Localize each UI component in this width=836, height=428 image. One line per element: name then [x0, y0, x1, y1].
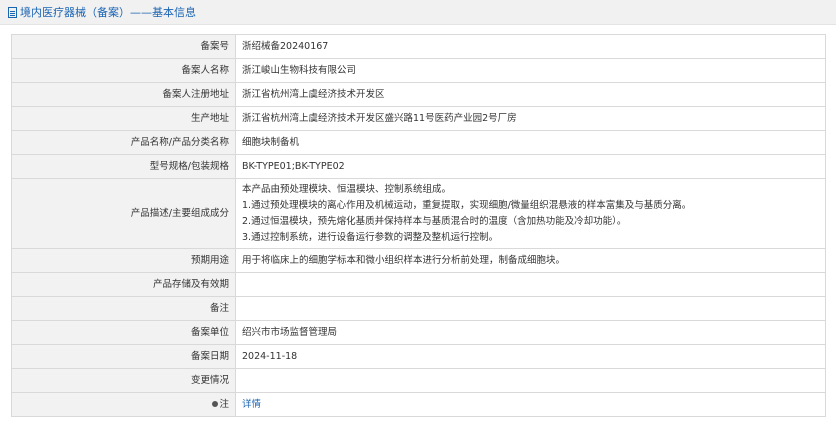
field-value: 浙江省杭州湾上虞经济技术开发区 — [235, 82, 826, 107]
table-row: 备案号 浙绍械备20240167 — [11, 34, 826, 59]
field-value: 详情 — [235, 392, 826, 417]
table-row: 备注 — [11, 296, 826, 321]
description-line: 本产品由预处理模块、恒温模块、控制系统组成。 — [242, 183, 452, 195]
field-label: 注 — [11, 392, 236, 417]
field-label: 生产地址 — [11, 106, 236, 131]
field-value: 用于将临床上的细胞学标本和微小组织样本进行分析前处理，制备成细胞块。 — [235, 248, 826, 273]
table-row: 预期用途 用于将临床上的细胞学标本和微小组织样本进行分析前处理，制备成细胞块。 — [11, 248, 826, 273]
note-label: 注 — [219, 398, 229, 410]
field-value: 绍兴市市场监督管理局 — [235, 320, 826, 345]
field-value: 浙绍械备20240167 — [235, 34, 826, 59]
table-row: 备案单位 绍兴市市场监督管理局 — [11, 320, 826, 345]
pin-icon — [212, 401, 219, 407]
field-value — [235, 296, 826, 321]
table-row: 注 详情 — [11, 392, 826, 417]
description-line: 1.通过预处理模块的离心作用及机械运动，重复提取，实现细胞/微量组织混悬液的样本… — [242, 199, 692, 211]
field-label: 产品描述/主要组成成分 — [11, 178, 236, 249]
detail-table: 备案号 浙绍械备20240167 备案人名称 浙江峻山生物科技有限公司 备案人注… — [11, 34, 826, 417]
field-label: 备案人名称 — [11, 58, 236, 83]
field-label: 备案人注册地址 — [11, 82, 236, 107]
description-line: 2.通过恒温模块，预先熔化基质并保持样本与基质混合时的温度（含加热功能及冷却功能… — [242, 215, 627, 227]
table-row: 备案人注册地址 浙江省杭州湾上虞经济技术开发区 — [11, 82, 826, 107]
field-label: 备案日期 — [11, 344, 236, 369]
field-label: 备案单位 — [11, 320, 236, 345]
field-label: 产品名称/产品分类名称 — [11, 130, 236, 155]
page-title: 境内医疗器械（备案）——基本信息 — [20, 6, 196, 19]
field-value: 细胞块制备机 — [235, 130, 826, 155]
product-description: 本产品由预处理模块、恒温模块、控制系统组成。 1.通过预处理模块的离心作用及机械… — [235, 178, 826, 249]
table-row: 生产地址 浙江省杭州湾上虞经济技术开发区盛兴路11号医药产业园2号厂房 — [11, 106, 826, 131]
field-value — [235, 272, 826, 297]
field-value: 浙江省杭州湾上虞经济技术开发区盛兴路11号医药产业园2号厂房 — [235, 106, 826, 131]
field-label: 预期用途 — [11, 248, 236, 273]
table-row: 备案日期 2024-11-18 — [11, 344, 826, 369]
details-link[interactable]: 详情 — [242, 399, 261, 410]
field-label: 备案号 — [11, 34, 236, 59]
field-value: 2024-11-18 — [235, 344, 826, 369]
table-row: 产品描述/主要组成成分 本产品由预处理模块、恒温模块、控制系统组成。 1.通过预… — [11, 178, 826, 249]
field-label: 型号规格/包装规格 — [11, 154, 236, 179]
page-header: 境内医疗器械（备案）——基本信息 — [0, 0, 836, 25]
table-row: 产品存储及有效期 — [11, 272, 826, 297]
document-icon — [8, 6, 17, 18]
field-value: BK-TYPE01;BK-TYPE02 — [235, 154, 826, 179]
table-row: 变更情况 — [11, 368, 826, 393]
field-label: 产品存储及有效期 — [11, 272, 236, 297]
description-line: 3.通过控制系统，进行设备运行参数的调整及整机运行控制。 — [242, 231, 499, 243]
table-row: 备案人名称 浙江峻山生物科技有限公司 — [11, 58, 826, 83]
field-label: 备注 — [11, 296, 236, 321]
field-label: 变更情况 — [11, 368, 236, 393]
table-row: 产品名称/产品分类名称 细胞块制备机 — [11, 130, 826, 155]
table-row: 型号规格/包装规格 BK-TYPE01;BK-TYPE02 — [11, 154, 826, 179]
field-value — [235, 368, 826, 393]
field-value: 浙江峻山生物科技有限公司 — [235, 58, 826, 83]
